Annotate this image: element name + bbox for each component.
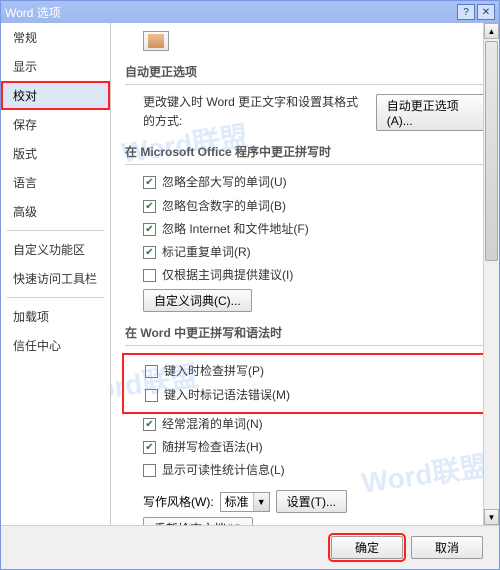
sidebar-item-加载项[interactable]: 加载项 xyxy=(1,302,110,331)
checkbox-label: 显示可读性统计信息(L) xyxy=(162,461,285,480)
sidebar-divider xyxy=(7,230,104,231)
paste-options-icon[interactable] xyxy=(143,31,169,51)
content-pane: Word联盟 Word联盟 Word联盟 自动更正选项 更改键入时 Word 更… xyxy=(111,23,499,525)
checkbox[interactable] xyxy=(143,269,156,282)
checkbox[interactable] xyxy=(143,441,156,454)
recheck-doc-button[interactable]: 重新检查文档(K) xyxy=(143,517,253,525)
sidebar-item-高级[interactable]: 高级 xyxy=(1,197,110,226)
sidebar-item-快速访问工具栏[interactable]: 快速访问工具栏 xyxy=(1,264,110,293)
chevron-down-icon: ▼ xyxy=(253,493,269,511)
checkbox-label: 随拼写检查语法(H) xyxy=(162,438,263,457)
sidebar-divider xyxy=(7,297,104,298)
sidebar-item-保存[interactable]: 保存 xyxy=(1,110,110,139)
sidebar-item-语言[interactable]: 语言 xyxy=(1,168,110,197)
sidebar: 常规显示校对保存版式语言高级自定义功能区快速访问工具栏加载项信任中心 xyxy=(1,23,111,525)
custom-dict-button[interactable]: 自定义词典(C)... xyxy=(143,289,252,312)
close-button[interactable]: ✕ xyxy=(477,4,495,20)
section-word-spell: 在 Word 中更正拼写和语法时 xyxy=(125,318,485,346)
scrollbar-thumb[interactable] xyxy=(485,41,498,261)
word-options-dialog: Word 选项 ? ✕ 常规显示校对保存版式语言高级自定义功能区快速访问工具栏加… xyxy=(0,0,500,570)
autocorrect-desc: 更改键入时 Word 更正文字和设置其格式的方式: xyxy=(143,93,370,131)
cancel-button[interactable]: 取消 xyxy=(411,536,483,559)
writing-style-select[interactable]: 标准 ▼ xyxy=(220,492,270,512)
help-button[interactable]: ? xyxy=(457,4,475,20)
style-label: 写作风格(W): xyxy=(143,493,214,510)
checkbox[interactable] xyxy=(145,389,158,402)
checkbox[interactable] xyxy=(145,365,158,378)
checkbox-label: 忽略 Internet 和文件地址(F) xyxy=(162,220,309,239)
sidebar-item-常规[interactable]: 常规 xyxy=(1,23,110,52)
sidebar-item-信任中心[interactable]: 信任中心 xyxy=(1,331,110,360)
ok-button[interactable]: 确定 xyxy=(331,536,403,559)
checkbox[interactable] xyxy=(143,200,156,213)
checkbox[interactable] xyxy=(143,246,156,259)
autocorrect-options-button[interactable]: 自动更正选项(A)... xyxy=(376,94,485,131)
section-autocorrect: 自动更正选项 xyxy=(125,57,485,85)
vertical-scrollbar[interactable]: ▲ ▼ xyxy=(483,23,499,525)
checkbox-label: 忽略包含数字的单词(B) xyxy=(162,197,286,216)
section-office-spell: 在 Microsoft Office 程序中更正拼写时 xyxy=(125,137,485,165)
checkbox-label: 键入时标记语法错误(M) xyxy=(164,386,290,405)
checkbox[interactable] xyxy=(143,223,156,236)
dialog-title: Word 选项 xyxy=(5,4,61,21)
checkbox-label: 仅根据主词典提供建议(I) xyxy=(162,266,293,285)
sidebar-item-自定义功能区[interactable]: 自定义功能区 xyxy=(1,235,110,264)
checkbox[interactable] xyxy=(143,464,156,477)
checkbox-label: 标记重复单词(R) xyxy=(162,243,251,262)
dialog-footer: 确定 取消 xyxy=(1,525,499,569)
sidebar-item-版式[interactable]: 版式 xyxy=(1,139,110,168)
checkbox-label: 经常混淆的单词(N) xyxy=(162,415,263,434)
sidebar-item-校对[interactable]: 校对 xyxy=(1,81,110,110)
checkbox[interactable] xyxy=(143,176,156,189)
checkbox-label: 忽略全部大写的单词(U) xyxy=(162,173,287,192)
checkbox[interactable] xyxy=(143,418,156,431)
checkbox-label: 键入时检查拼写(P) xyxy=(164,362,264,381)
sidebar-item-显示[interactable]: 显示 xyxy=(1,52,110,81)
settings-button[interactable]: 设置(T)... xyxy=(276,490,347,513)
scroll-up-icon[interactable]: ▲ xyxy=(484,23,499,39)
scroll-down-icon[interactable]: ▼ xyxy=(484,509,499,525)
titlebar: Word 选项 ? ✕ xyxy=(1,1,499,23)
